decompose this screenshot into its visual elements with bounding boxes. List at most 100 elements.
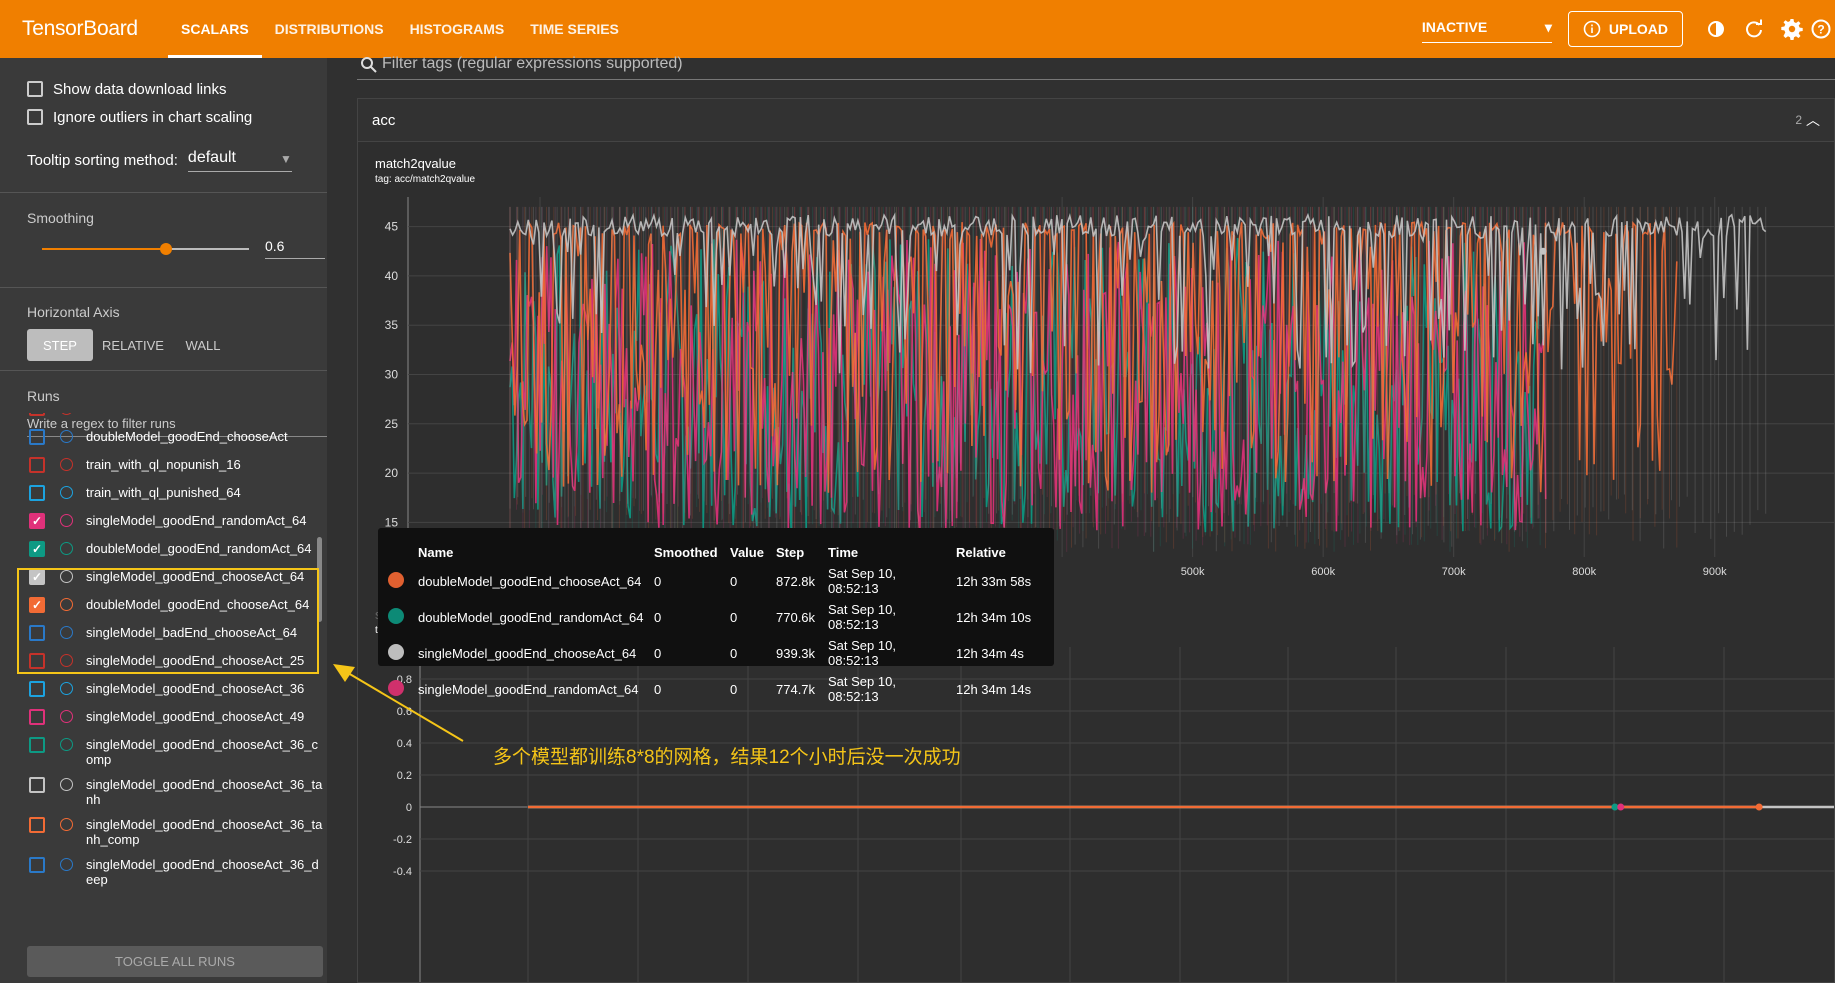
tooltip-swatch-cell <box>388 599 418 635</box>
run-color-dot[interactable] <box>60 430 73 443</box>
run-color-dot[interactable] <box>60 858 73 871</box>
run-color-dot[interactable] <box>60 413 73 415</box>
run-checkbox[interactable] <box>29 857 45 873</box>
run-item[interactable]: singleModel_goodEnd_chooseAct_49 <box>0 703 327 731</box>
y-tick-label: 30 <box>385 368 399 382</box>
show-download-links-checkbox[interactable]: Show data download links <box>0 75 327 103</box>
tooltip-time: Sat Sep 10, 08:52:13 <box>828 638 896 668</box>
header-actions: INACTIVE ▾ UPLOAD ? <box>1421 0 1835 58</box>
run-checkbox-checked[interactable]: ✓ <box>29 541 45 557</box>
tooltip-relative: 12h 34m 10s <box>956 609 1032 625</box>
checkbox-box[interactable] <box>27 81 43 97</box>
run-checkbox[interactable] <box>29 681 45 697</box>
run-item[interactable]: doubleModel_goodEnd_chooseAct <box>0 423 327 451</box>
run-checkbox-checked[interactable]: ✓ <box>29 513 45 529</box>
run-color-dot[interactable] <box>60 458 73 471</box>
run-color-dot[interactable] <box>60 486 73 499</box>
tooltip-body: doubleModel_goodEnd_chooseAct_64 0 0 872.8k… <box>388 563 1037 707</box>
run-item[interactable]: ✓ doubleModel_goodEnd_randomAct_64 <box>0 535 327 563</box>
run-checkbox[interactable] <box>29 413 45 416</box>
x-tick-label: 600k <box>1311 566 1335 578</box>
run-item-partial[interactable] <box>0 413 327 423</box>
run-item[interactable]: train_with_ql_punished_64 <box>0 479 327 507</box>
ignore-outliers-label: Ignore outliers in chart scaling <box>53 108 253 126</box>
axis-relative-button[interactable]: RELATIVE <box>93 329 173 361</box>
tooltip-step: 770.6k <box>776 609 816 625</box>
run-checkbox[interactable] <box>29 429 45 445</box>
chart-tooltip: Name Smoothed Value Step Time Relative d… <box>378 528 1054 704</box>
run-color-dot[interactable] <box>60 778 73 791</box>
theme-toggle-icon[interactable] <box>1697 18 1735 40</box>
tooltip-value: 0 <box>730 573 738 589</box>
tab-distributions[interactable]: DISTRIBUTIONS <box>262 0 397 58</box>
axis-step-button[interactable]: STEP <box>27 329 93 361</box>
highlight-box <box>17 568 319 674</box>
tab-scalars[interactable]: SCALARS <box>168 0 262 58</box>
y-tick-label: 20 <box>385 466 399 480</box>
axis-wall-button[interactable]: WALL <box>173 329 233 361</box>
series-group <box>509 206 1678 552</box>
run-name: singleModel_goodEnd_chooseAct_49 <box>86 709 305 724</box>
run-name: singleModel_goodEnd_chooseAct_36_c omp <box>86 737 319 767</box>
tooltip-step: 774.7k <box>776 681 816 697</box>
smoothing-input[interactable]: 0.6 <box>265 238 325 259</box>
tooltip-smoothed: 0 <box>654 609 662 625</box>
tooltip-time: Sat Sep 10, 08:52:13 <box>828 674 896 704</box>
run-item[interactable]: singleModel_goodEnd_chooseAct_36_c omp <box>0 731 327 771</box>
run-checkbox[interactable] <box>29 777 45 793</box>
run-item[interactable]: train_with_ql_nopunish_16 <box>0 451 327 479</box>
series-group <box>509 206 1767 552</box>
run-checkbox[interactable] <box>29 709 45 725</box>
axis-toggle-group: STEP RELATIVE WALL <box>27 329 327 361</box>
ignore-outliers-checkbox[interactable]: Ignore outliers in chart scaling <box>0 103 327 131</box>
run-item[interactable]: ✓ singleModel_goodEnd_randomAct_64 <box>0 507 327 535</box>
smoothing-section: Smoothing 0.6 <box>0 193 327 288</box>
run-color-dot[interactable] <box>60 514 73 527</box>
run-color-dot[interactable] <box>60 542 73 555</box>
tooltip-time: Sat Sep 10, 08:52:13 <box>828 566 896 596</box>
checkbox-box[interactable] <box>27 109 43 125</box>
run-checkbox[interactable] <box>29 485 45 501</box>
run-color-dot[interactable] <box>60 710 73 723</box>
y-tick-label: -0.2 <box>393 834 412 846</box>
tooltip-sort-row: Tooltip sorting method: default ▼ <box>0 149 327 172</box>
slider-thumb[interactable] <box>160 242 173 255</box>
refresh-icon[interactable] <box>1735 19 1773 39</box>
run-color-dot[interactable] <box>60 738 73 751</box>
y-tick-label: 25 <box>385 417 399 431</box>
upload-button[interactable]: UPLOAD <box>1567 11 1683 47</box>
tab-histograms[interactable]: HISTOGRAMS <box>397 0 518 58</box>
group-header-acc[interactable]: acc 2 ︿ <box>357 98 1835 142</box>
run-color-dot[interactable] <box>60 818 73 831</box>
tooltip-smoothed: 0 <box>654 573 662 589</box>
horizontal-axis-label: Horizontal Axis <box>27 304 120 320</box>
help-icon[interactable]: ? <box>1811 19 1835 39</box>
status-dropdown[interactable]: INACTIVE ▾ <box>1421 15 1552 43</box>
run-color-dot[interactable] <box>60 682 73 695</box>
tooltip-sort-dropdown[interactable]: default ▼ <box>187 149 292 172</box>
tab-time-series[interactable]: TIME SERIES <box>517 0 632 58</box>
settings-gear-icon[interactable] <box>1773 18 1811 40</box>
tag-filter-bar[interactable]: Filter tags (regular expressions support… <box>357 55 1835 80</box>
tooltip-header-smoothed: Smoothed <box>654 545 718 560</box>
run-item[interactable]: singleModel_goodEnd_chooseAct_36_ta nh <box>0 771 327 811</box>
run-checkbox[interactable] <box>29 817 45 833</box>
toggle-all-runs-button[interactable]: TOGGLE ALL RUNS <box>27 946 323 977</box>
tooltip-header-value: Value <box>730 545 764 560</box>
run-name: singleModel_goodEnd_chooseAct_36_ta nh <box>86 777 323 807</box>
collapse-chevron-icon[interactable]: ︿ <box>1806 110 1820 130</box>
runs-label: Runs <box>27 388 60 404</box>
upload-label: UPLOAD <box>1608 21 1668 37</box>
run-item[interactable]: singleModel_goodEnd_chooseAct_36 <box>0 675 327 703</box>
tooltip-header-step: Step <box>776 545 805 560</box>
smoothing-slider[interactable] <box>42 241 249 257</box>
run-name: singleModel_goodEnd_chooseAct_36_d eep <box>86 857 319 887</box>
run-checkbox[interactable] <box>29 737 45 753</box>
run-item[interactable]: singleModel_goodEnd_chooseAct_36_d eep <box>0 851 327 891</box>
run-name: singleModel_goodEnd_chooseAct_36_ta nh_c… <box>86 817 323 847</box>
annotation-text: 多个模型都训练8*8的网格，结果12个小时后没一次成功 <box>493 747 961 768</box>
y-tick-label: -0.4 <box>393 866 412 878</box>
tooltip-header-row: Name Smoothed Value Step Time Relative <box>388 542 1037 563</box>
run-checkbox[interactable] <box>29 457 45 473</box>
run-item[interactable]: singleModel_goodEnd_chooseAct_36_ta nh_c… <box>0 811 327 851</box>
